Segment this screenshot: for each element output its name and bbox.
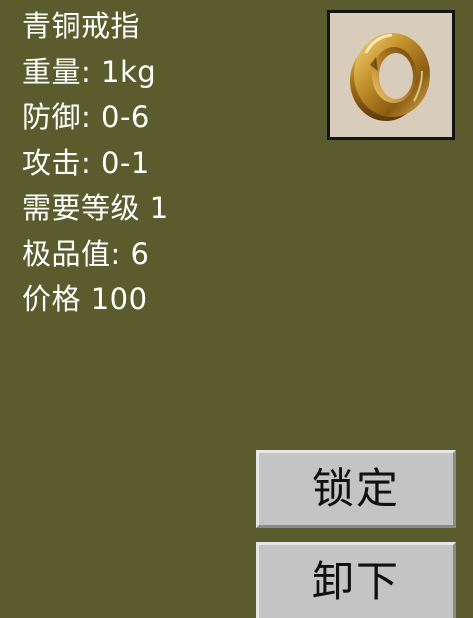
item-quality-value: 极品值: 6	[22, 236, 150, 271]
item-weight: 重量: 1kg	[22, 54, 157, 89]
item-stats-list: 青铜戒指 重量: 1kg 防御: 0-6 攻击: 0-1 需要等级 1 极品值:…	[22, 4, 169, 323]
item-name: 青铜戒指	[22, 9, 141, 43]
lock-button[interactable]: 锁定	[256, 450, 456, 528]
bronze-ring-icon	[350, 33, 430, 121]
item-icon-slot	[327, 10, 455, 140]
unequip-button[interactable]: 卸下	[256, 542, 456, 618]
item-defense: 防御: 0-6	[22, 100, 150, 134]
item-detail-panel: 青铜戒指 重量: 1kg 防御: 0-6 攻击: 0-1 需要等级 1 极品值:…	[0, 0, 473, 618]
item-price: 价格 100	[22, 282, 148, 316]
item-required-level: 需要等级 1	[22, 191, 169, 225]
item-attack: 攻击: 0-1	[22, 145, 150, 180]
